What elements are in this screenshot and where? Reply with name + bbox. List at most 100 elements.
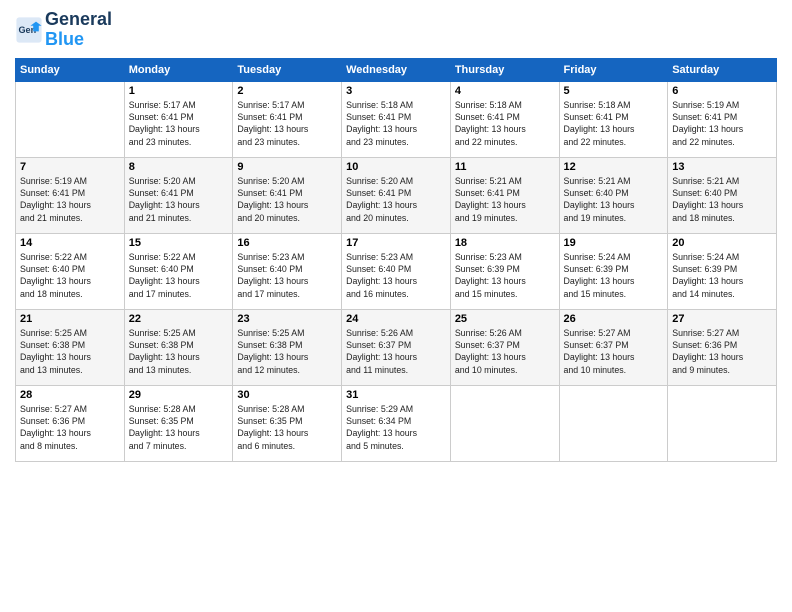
day-number: 14 — [20, 237, 120, 249]
calendar-cell: 28 Sunrise: 5:27 AM Sunset: 6:36 PM Dayli… — [16, 385, 125, 461]
calendar-cell: 12 Sunrise: 5:21 AM Sunset: 6:40 PM Dayli… — [559, 157, 668, 233]
calendar-cell: 27 Sunrise: 5:27 AM Sunset: 6:36 PM Dayli… — [668, 309, 777, 385]
day-number: 29 — [129, 389, 229, 401]
col-header-wednesday: Wednesday — [342, 58, 451, 81]
day-info: Sunrise: 5:24 AM Sunset: 6:39 PM Dayligh… — [672, 251, 772, 300]
day-info: Sunrise: 5:27 AM Sunset: 6:36 PM Dayligh… — [20, 403, 120, 452]
day-number: 11 — [455, 161, 555, 173]
calendar-table: SundayMondayTuesdayWednesdayThursdayFrid… — [15, 58, 777, 462]
calendar-cell: 31 Sunrise: 5:29 AM Sunset: 6:34 PM Dayli… — [342, 385, 451, 461]
calendar-cell: 19 Sunrise: 5:24 AM Sunset: 6:39 PM Dayli… — [559, 233, 668, 309]
day-number: 5 — [564, 85, 664, 97]
day-number: 3 — [346, 85, 446, 97]
day-number: 31 — [346, 389, 446, 401]
day-number: 10 — [346, 161, 446, 173]
calendar-cell: 5 Sunrise: 5:18 AM Sunset: 6:41 PM Daylig… — [559, 81, 668, 157]
day-number: 7 — [20, 161, 120, 173]
logo: Gen GeneralBlue — [15, 10, 112, 50]
day-info: Sunrise: 5:20 AM Sunset: 6:41 PM Dayligh… — [237, 175, 337, 224]
calendar-cell: 20Sunrise: 5:24 AM Sunset: 6:39 PM Dayli… — [668, 233, 777, 309]
day-number: 25 — [455, 313, 555, 325]
day-info: Sunrise: 5:23 AM Sunset: 6:40 PM Dayligh… — [237, 251, 337, 300]
day-number: 18 — [455, 237, 555, 249]
calendar-cell: 4Sunrise: 5:18 AM Sunset: 6:41 PM Daylig… — [450, 81, 559, 157]
day-info: Sunrise: 5:21 AM Sunset: 6:40 PM Dayligh… — [564, 175, 664, 224]
week-row-2: 7 Sunrise: 5:19 AM Sunset: 6:41 PM Daylig… — [16, 157, 777, 233]
calendar-cell — [16, 81, 125, 157]
calendar-cell — [668, 385, 777, 461]
calendar-cell: 17 Sunrise: 5:23 AM Sunset: 6:40 PM Dayli… — [342, 233, 451, 309]
calendar-cell: 13 Sunrise: 5:21 AM Sunset: 6:40 PM Dayli… — [668, 157, 777, 233]
day-number: 9 — [237, 161, 337, 173]
calendar-cell: 23 Sunrise: 5:25 AM Sunset: 6:38 PM Dayli… — [233, 309, 342, 385]
day-info: Sunrise: 5:22 AM Sunset: 6:40 PM Dayligh… — [20, 251, 120, 300]
col-header-friday: Friday — [559, 58, 668, 81]
day-info: Sunrise: 5:24 AM Sunset: 6:39 PM Dayligh… — [564, 251, 664, 300]
day-number: 26 — [564, 313, 664, 325]
logo-text: GeneralBlue — [45, 10, 112, 50]
day-info: Sunrise: 5:29 AM Sunset: 6:34 PM Dayligh… — [346, 403, 446, 452]
day-info: Sunrise: 5:27 AM Sunset: 6:36 PM Dayligh… — [672, 327, 772, 376]
calendar-cell — [559, 385, 668, 461]
day-number: 17 — [346, 237, 446, 249]
day-info: Sunrise: 5:19 AM Sunset: 6:41 PM Dayligh… — [20, 175, 120, 224]
logo-icon: Gen — [15, 16, 43, 44]
page-header: Gen GeneralBlue — [15, 10, 777, 50]
calendar-cell: 22 Sunrise: 5:25 AM Sunset: 6:38 PM Dayli… — [124, 309, 233, 385]
calendar-cell: 1 Sunrise: 5:17 AM Sunset: 6:41 PM Daylig… — [124, 81, 233, 157]
calendar-cell — [450, 385, 559, 461]
day-info: Sunrise: 5:25 AM Sunset: 6:38 PM Dayligh… — [129, 327, 229, 376]
day-number: 24 — [346, 313, 446, 325]
calendar-cell: 6 Sunrise: 5:19 AM Sunset: 6:41 PM Daylig… — [668, 81, 777, 157]
day-number: 13 — [672, 161, 772, 173]
calendar-cell: 3 Sunrise: 5:18 AM Sunset: 6:41 PM Daylig… — [342, 81, 451, 157]
header-row: SundayMondayTuesdayWednesdayThursdayFrid… — [16, 58, 777, 81]
day-info: Sunrise: 5:18 AM Sunset: 6:41 PM Dayligh… — [346, 99, 446, 148]
day-info: Sunrise: 5:28 AM Sunset: 6:35 PM Dayligh… — [237, 403, 337, 452]
calendar-cell: 10Sunrise: 5:20 AM Sunset: 6:41 PM Dayli… — [342, 157, 451, 233]
day-number: 22 — [129, 313, 229, 325]
day-number: 12 — [564, 161, 664, 173]
calendar-cell: 9 Sunrise: 5:20 AM Sunset: 6:41 PM Daylig… — [233, 157, 342, 233]
day-number: 8 — [129, 161, 229, 173]
day-info: Sunrise: 5:25 AM Sunset: 6:38 PM Dayligh… — [237, 327, 337, 376]
day-info: Sunrise: 5:21 AM Sunset: 6:40 PM Dayligh… — [672, 175, 772, 224]
calendar-cell: 15 Sunrise: 5:22 AM Sunset: 6:40 PM Dayli… — [124, 233, 233, 309]
day-number: 1 — [129, 85, 229, 97]
day-number: 19 — [564, 237, 664, 249]
day-number: 27 — [672, 313, 772, 325]
calendar-cell: 29Sunrise: 5:28 AM Sunset: 6:35 PM Dayli… — [124, 385, 233, 461]
calendar-cell: 11Sunrise: 5:21 AM Sunset: 6:41 PM Dayli… — [450, 157, 559, 233]
calendar-cell: 25Sunrise: 5:26 AM Sunset: 6:37 PM Dayli… — [450, 309, 559, 385]
calendar-cell: 16 Sunrise: 5:23 AM Sunset: 6:40 PM Dayli… — [233, 233, 342, 309]
col-header-thursday: Thursday — [450, 58, 559, 81]
calendar-cell: 14 Sunrise: 5:22 AM Sunset: 6:40 PM Dayli… — [16, 233, 125, 309]
week-row-5: 28 Sunrise: 5:27 AM Sunset: 6:36 PM Dayli… — [16, 385, 777, 461]
day-info: Sunrise: 5:23 AM Sunset: 6:39 PM Dayligh… — [455, 251, 555, 300]
day-info: Sunrise: 5:27 AM Sunset: 6:37 PM Dayligh… — [564, 327, 664, 376]
day-info: Sunrise: 5:17 AM Sunset: 6:41 PM Dayligh… — [237, 99, 337, 148]
calendar-cell: 21Sunrise: 5:25 AM Sunset: 6:38 PM Dayli… — [16, 309, 125, 385]
day-info: Sunrise: 5:22 AM Sunset: 6:40 PM Dayligh… — [129, 251, 229, 300]
calendar-cell: 30 Sunrise: 5:28 AM Sunset: 6:35 PM Dayli… — [233, 385, 342, 461]
day-info: Sunrise: 5:18 AM Sunset: 6:41 PM Dayligh… — [455, 99, 555, 148]
day-number: 23 — [237, 313, 337, 325]
calendar-cell: 7 Sunrise: 5:19 AM Sunset: 6:41 PM Daylig… — [16, 157, 125, 233]
col-header-monday: Monday — [124, 58, 233, 81]
day-number: 21 — [20, 313, 120, 325]
day-info: Sunrise: 5:23 AM Sunset: 6:40 PM Dayligh… — [346, 251, 446, 300]
day-info: Sunrise: 5:26 AM Sunset: 6:37 PM Dayligh… — [346, 327, 446, 376]
day-number: 30 — [237, 389, 337, 401]
day-number: 6 — [672, 85, 772, 97]
week-row-1: 1 Sunrise: 5:17 AM Sunset: 6:41 PM Daylig… — [16, 81, 777, 157]
col-header-sunday: Sunday — [16, 58, 125, 81]
day-info: Sunrise: 5:18 AM Sunset: 6:41 PM Dayligh… — [564, 99, 664, 148]
day-number: 15 — [129, 237, 229, 249]
calendar-cell: 2 Sunrise: 5:17 AM Sunset: 6:41 PM Daylig… — [233, 81, 342, 157]
day-info: Sunrise: 5:17 AM Sunset: 6:41 PM Dayligh… — [129, 99, 229, 148]
col-header-tuesday: Tuesday — [233, 58, 342, 81]
day-number: 28 — [20, 389, 120, 401]
day-number: 16 — [237, 237, 337, 249]
day-info: Sunrise: 5:19 AM Sunset: 6:41 PM Dayligh… — [672, 99, 772, 148]
day-number: 2 — [237, 85, 337, 97]
